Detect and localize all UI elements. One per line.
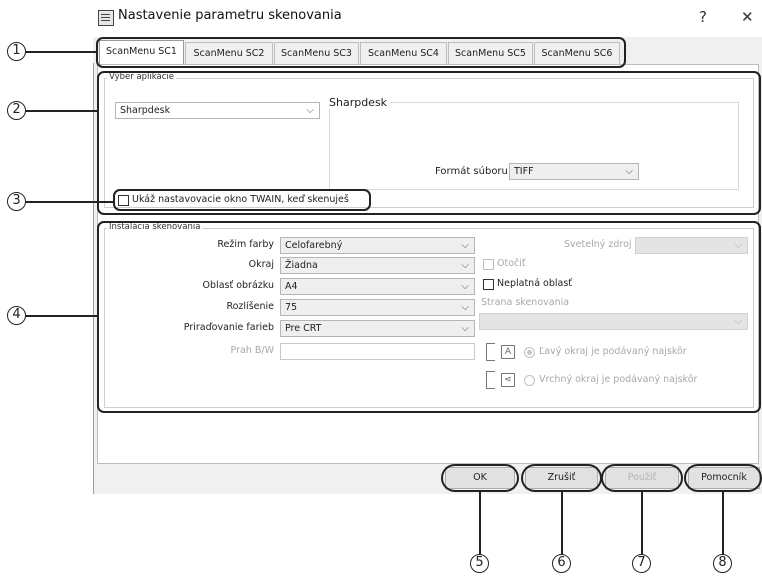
callout-line-7: [641, 492, 643, 556]
callout-line-2: [19, 110, 97, 112]
callout-line-1: [19, 51, 97, 53]
callout-outline-cancel: [521, 464, 602, 492]
callout-line-3: [19, 201, 113, 203]
help-title-button[interactable]: ?: [699, 8, 707, 26]
callout-outline-ok: [441, 464, 519, 492]
callout-2: 2: [7, 101, 26, 120]
callout-8: 8: [713, 554, 732, 573]
callout-5: 5: [470, 554, 489, 573]
callout-outline-tabs: [96, 37, 626, 68]
window-title: Nastavenie parametru skenovania: [118, 8, 342, 23]
callout-line-4: [19, 315, 97, 317]
callout-3: 3: [7, 192, 26, 211]
callout-1: 1: [7, 42, 26, 61]
callout-line-5: [479, 492, 481, 556]
callout-line-8: [722, 492, 724, 556]
callout-line-6: [561, 492, 563, 556]
callout-7: 7: [632, 554, 651, 573]
callout-outline-scan-settings: [97, 221, 761, 413]
callout-outline-twain: [113, 189, 371, 211]
callout-outline-help: [684, 464, 762, 492]
close-title-button[interactable]: ✕: [741, 8, 754, 26]
callout-4: 4: [7, 306, 26, 325]
scanner-window-icon: [98, 10, 114, 26]
callout-outline-apply: [601, 464, 683, 492]
callout-6: 6: [552, 554, 571, 573]
